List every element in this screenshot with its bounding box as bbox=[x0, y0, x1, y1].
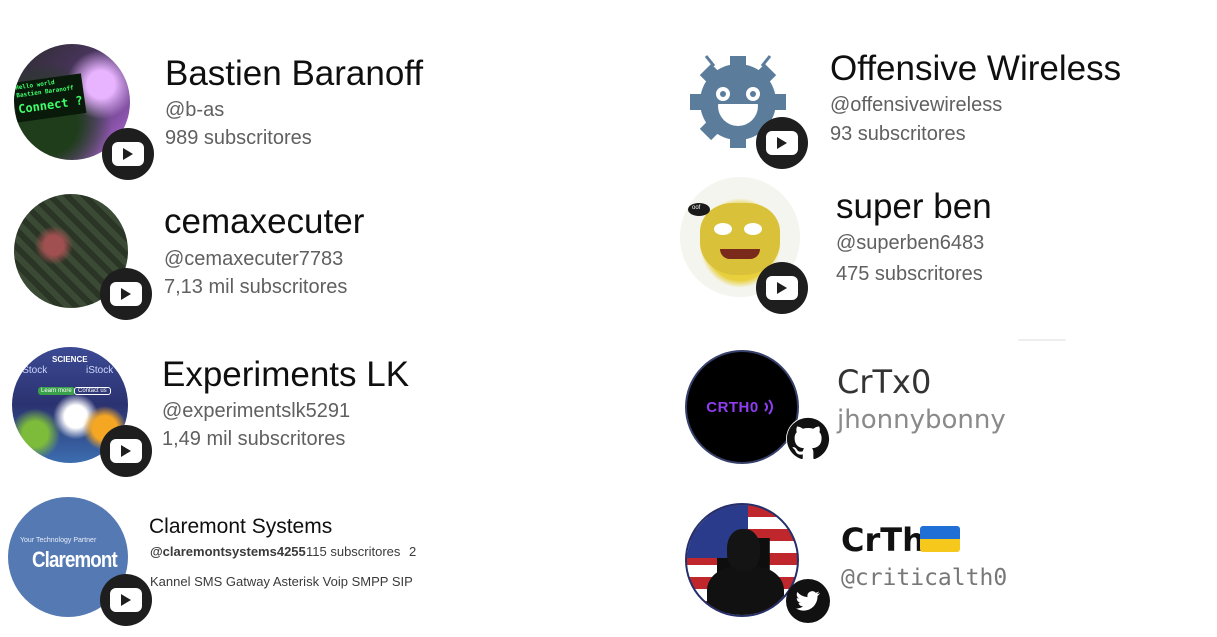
channel-handle: @experimentslk5291 bbox=[162, 400, 351, 422]
channel-handle: @offensivewireless bbox=[830, 94, 1003, 116]
channel-card-crth[interactable]: CrTh @criticalth0 bbox=[680, 495, 1200, 635]
avatar-tagline: Your Technology Partner bbox=[20, 537, 97, 544]
channel-card-experiments-lk[interactable]: SCIENCE iStock iStock Learn more Contact… bbox=[0, 343, 460, 483]
channel-handle: @superben6483 bbox=[836, 232, 985, 254]
figure-head bbox=[726, 529, 760, 571]
subscriber-count: 1,49 mil subscritores bbox=[162, 428, 346, 450]
avatar-learn-more: Learn more bbox=[38, 387, 75, 395]
avatar-text-science: SCIENCE bbox=[52, 355, 88, 364]
avatar-contact-us: Contact us bbox=[74, 387, 111, 395]
channel-handle: @b-as bbox=[165, 99, 225, 121]
avatar-logo-text: CRTH0 bbox=[706, 398, 759, 416]
youtube-badge[interactable] bbox=[102, 128, 154, 180]
channel-card-bastien-baranoff[interactable]: Hello world Bastien Baranoff Connect ? B… bbox=[0, 40, 460, 185]
signal-icon bbox=[764, 399, 773, 415]
channel-card-super-ben[interactable]: oof super ben @superben6483 475 subscrit… bbox=[680, 175, 1200, 320]
channel-avatar[interactable]: CRTH0 bbox=[685, 350, 799, 464]
subscriber-count: 989 subscritores bbox=[165, 127, 312, 149]
ukraine-flag-icon bbox=[920, 526, 960, 552]
youtube-icon bbox=[766, 131, 798, 155]
avatar-text-istock-2: iStock bbox=[86, 365, 114, 376]
channel-handle: @claremontsystems4255 bbox=[150, 544, 306, 559]
channel-handle: @criticalth0 bbox=[841, 565, 1008, 591]
youtube-icon bbox=[110, 439, 142, 463]
channel-title[interactable]: Bastien Baranoff bbox=[165, 54, 423, 94]
channel-title[interactable]: Experiments LK bbox=[162, 355, 409, 395]
channel-card-cemaxecuter[interactable]: cemaxecuter @cemaxecuter7783 7,13 mil su… bbox=[0, 190, 460, 330]
github-badge[interactable] bbox=[786, 417, 830, 461]
speech-bubble-text: oof bbox=[692, 205, 701, 211]
youtube-badge[interactable] bbox=[100, 268, 152, 320]
channel-card-claremont-systems[interactable]: Your Technology Partner Claremont Clarem… bbox=[0, 495, 460, 635]
subscriber-count: 115 subscritores bbox=[306, 544, 401, 559]
channel-title[interactable]: super ben bbox=[836, 187, 992, 227]
figure-body bbox=[706, 565, 784, 615]
avatar-brand: Claremont bbox=[32, 547, 118, 572]
subscriber-count: 7,13 mil subscritores bbox=[164, 276, 348, 298]
channel-handle: jhonnybonny bbox=[837, 405, 1006, 435]
channel-title[interactable]: Claremont Systems bbox=[149, 515, 332, 539]
twitter-icon bbox=[796, 591, 820, 611]
youtube-badge[interactable] bbox=[100, 574, 152, 626]
channel-handle: @cemaxecuter7783 bbox=[164, 248, 344, 270]
subscriber-count: 475 subscritores bbox=[836, 263, 983, 285]
github-icon bbox=[786, 417, 830, 461]
subscriber-count: 93 subscritores bbox=[830, 123, 966, 145]
channel-card-offensive-wireless[interactable]: Offensive Wireless @offensivewireless 93… bbox=[680, 40, 1200, 175]
sponge-mouth bbox=[720, 249, 760, 259]
sponge-face bbox=[700, 203, 780, 275]
youtube-icon bbox=[110, 282, 142, 306]
channel-avatar[interactable] bbox=[685, 503, 799, 617]
channel-title[interactable]: Offensive Wireless bbox=[830, 49, 1121, 89]
youtube-icon bbox=[110, 588, 142, 612]
sponge-eye bbox=[744, 223, 762, 235]
channel-description: Kannel SMS Gatway Asterisk Voip SMPP SIP bbox=[150, 574, 413, 589]
channel-title[interactable]: cemaxecuter bbox=[164, 202, 364, 242]
youtube-badge[interactable] bbox=[756, 262, 808, 314]
divider bbox=[1018, 339, 1066, 341]
channel-title[interactable]: CrTh bbox=[841, 521, 925, 559]
sponge-eye bbox=[714, 223, 732, 235]
youtube-icon bbox=[112, 142, 144, 166]
avatar-screen: Hello world Bastien Baranoff Connect ? bbox=[14, 73, 87, 123]
channel-card-crtx0[interactable]: CRTH0 CrTx0 jhonnybonny bbox=[680, 335, 1200, 475]
youtube-badge[interactable] bbox=[100, 425, 152, 477]
youtube-badge[interactable] bbox=[756, 117, 808, 169]
avatar-text-istock: iStock bbox=[20, 365, 48, 376]
youtube-icon bbox=[766, 276, 798, 300]
channel-title[interactable]: CrTx0 bbox=[837, 363, 931, 401]
twitter-badge[interactable] bbox=[786, 579, 830, 623]
overflow-text: 2 bbox=[409, 544, 417, 559]
